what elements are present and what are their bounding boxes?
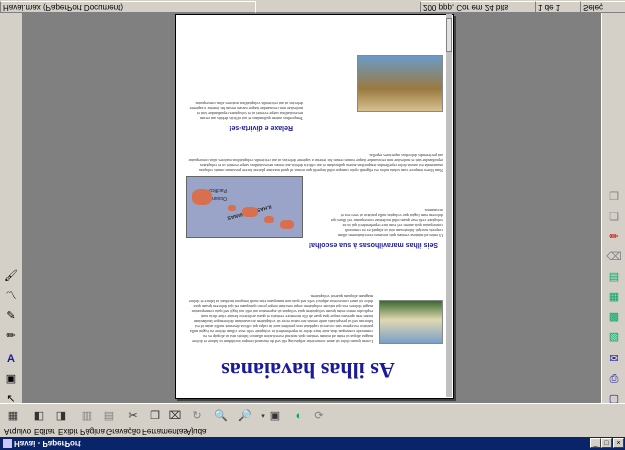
scan-icon[interactable]: ▤ <box>606 269 622 285</box>
menu-gravacao[interactable]: Gravação <box>106 426 141 437</box>
status-pages: 1 de 1 <box>535 1 581 13</box>
ocr-icon[interactable]: ▧ <box>606 329 622 345</box>
pencil-icon[interactable]: ✏ <box>606 229 622 245</box>
pen-icon[interactable]: ✎ <box>3 308 19 324</box>
curve-icon[interactable]: 〽 <box>3 288 19 304</box>
hawaii-map: Oceano Pacífico ILHAS HAVAIANAS <box>186 176 303 238</box>
zoom-out-icon[interactable]: 🔎 <box>236 407 254 424</box>
eraser-icon[interactable]: ⌫ <box>606 249 622 265</box>
save-icon[interactable]: ▣ <box>266 407 284 424</box>
fax-icon[interactable]: ▦ <box>606 289 622 305</box>
tools-icon[interactable]: ✂ <box>124 407 142 424</box>
scrollbar-thumb[interactable] <box>446 18 452 52</box>
intro-text: Lorem ipsum dolor sit amet consectetur a… <box>188 294 373 344</box>
zoom-in-icon[interactable]: 🔍 <box>212 407 230 424</box>
photo-enhance-icon[interactable]: ◐ <box>290 407 308 424</box>
thumbnails-icon[interactable]: ▦ <box>4 407 22 424</box>
app-icon[interactable] <box>3 439 12 448</box>
left-toolbar: 🖌 〽 ✎ ✏ A ▣ ↖ <box>0 13 23 405</box>
highlighter-icon[interactable]: ✏ <box>3 328 19 344</box>
stack-icon[interactable]: ❏ <box>606 209 622 225</box>
document-page[interactable]: As ilhas havaianas Lorem ipsum dolor sit… <box>175 14 454 399</box>
vertical-scrollbar[interactable] <box>446 14 452 397</box>
email-icon[interactable]: ✉ <box>606 351 622 367</box>
paint-icon[interactable]: 🖌 <box>3 268 19 284</box>
body-text-middle: Nam libero tempore cum soluta nobis est … <box>188 153 443 173</box>
right-toolbar: ❐ ❏ ✏ ⌫ ▤ ▦ ▩ ▧ ✉ ⎙ ▢ <box>601 13 625 405</box>
status-resolution: 200 ppp, Cor em 24 bits <box>420 1 536 13</box>
duplicate-icon[interactable]: ❐ <box>146 407 164 424</box>
map-label-ocean: Oceano <box>209 195 227 201</box>
text-tool-icon[interactable]: A <box>3 351 19 367</box>
prev-page-icon[interactable]: ◧ <box>30 407 48 424</box>
copy-icon[interactable]: ❐ <box>606 189 622 205</box>
minimize-button[interactable]: _ <box>590 438 601 448</box>
menu-ferramentas[interactable]: Ferramentas <box>142 426 187 437</box>
subtitle-islands: Seis ilhas maravilhosas à sua escolha! <box>308 241 438 248</box>
crop-icon[interactable]: ⌧ <box>166 407 184 424</box>
subtitle-relax: Relaxe e divirta-se! <box>229 124 293 131</box>
status-filename: Havai.max (PaperPort Document) <box>0 1 256 13</box>
menu-ajuda[interactable]: Ajuda <box>186 426 206 437</box>
surf-photo <box>357 55 443 112</box>
image-icon[interactable]: ▩ <box>606 309 622 325</box>
next-page-icon[interactable]: ◨ <box>52 407 70 424</box>
maximize-button[interactable]: □ <box>601 438 612 448</box>
merge-icon[interactable]: ▤ <box>100 407 118 424</box>
title-bar: Havai - PaperPort _ □ × <box>0 437 625 450</box>
menu-bar: Arquivo Editar Exibir Página Gravação Fe… <box>0 426 625 437</box>
print-icon[interactable]: ⎙ <box>606 371 622 387</box>
note-icon[interactable]: ▣ <box>3 371 19 387</box>
close-button[interactable]: × <box>613 438 624 448</box>
refresh-icon[interactable]: ⟳ <box>310 407 328 424</box>
islands-text: Ut enim ad minima veniam quis nostrum ex… <box>331 208 443 238</box>
bottom-toolbar: ▦ ◧ ◨ ▥ ▤ ✂ ❐ ⌧ ↻ 🔍 🔎 ▾ ▣ ◐ ⟳ <box>0 403 625 428</box>
menu-editar[interactable]: Editar <box>34 426 55 437</box>
doc-title: As ilhas havaianas <box>221 358 395 383</box>
status-action: Seleç <box>580 1 625 13</box>
rotate-icon[interactable]: ↻ <box>188 407 206 424</box>
menu-exibir[interactable]: Exibir <box>58 426 78 437</box>
page-content: As ilhas havaianas Lorem ipsum dolor sit… <box>176 15 453 398</box>
menu-arquivo[interactable]: Arquivo <box>4 426 31 437</box>
beach-photo <box>379 300 443 344</box>
map-label-pacific: Pacífico <box>209 187 227 193</box>
status-bar: Havai.max (PaperPort Document) 200 ppp, … <box>0 0 625 13</box>
split-icon[interactable]: ▥ <box>78 407 96 424</box>
relax-text: Temporibus autem quibusdam et aut offici… <box>189 101 303 121</box>
menu-pagina[interactable]: Página <box>80 426 105 437</box>
window-title: Havai - PaperPort <box>14 439 81 448</box>
